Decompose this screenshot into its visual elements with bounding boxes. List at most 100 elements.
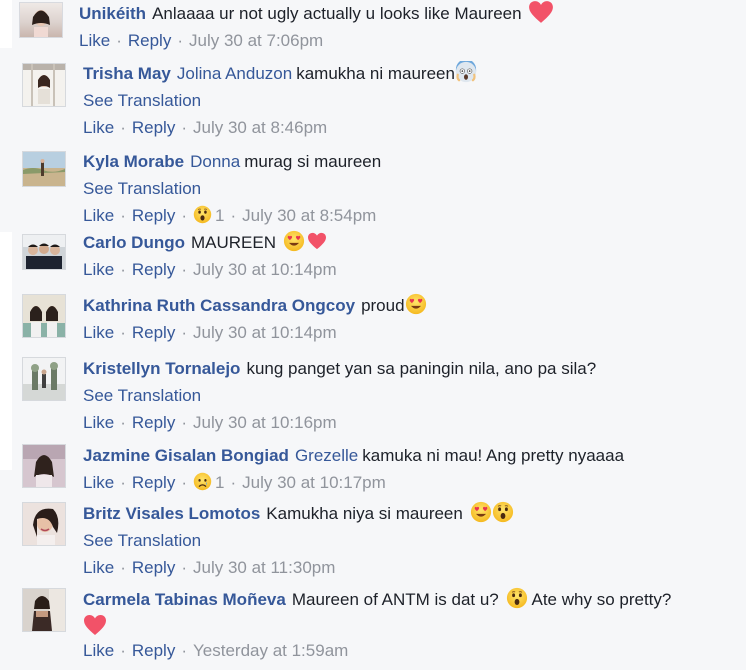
- panel-edge: [0, 232, 12, 470]
- comment-author[interactable]: Kristellyn Tornalejo: [83, 359, 240, 378]
- reply-button[interactable]: Reply: [132, 558, 175, 577]
- separator: ·: [230, 473, 237, 492]
- like-button[interactable]: Like: [83, 558, 114, 577]
- avatar[interactable]: [22, 444, 66, 488]
- comment-timestamp[interactable]: July 30 at 11:30pm: [193, 558, 335, 577]
- comment-actions: Like · Reply · July 30 at 8:46pm: [83, 114, 736, 141]
- see-translation-link[interactable]: See Translation: [83, 175, 736, 202]
- reply-button[interactable]: Reply: [132, 473, 175, 492]
- like-button[interactable]: Like: [83, 323, 114, 342]
- heart-eyes-emoji-icon: [405, 293, 427, 315]
- separator: ·: [181, 641, 187, 660]
- separator: ·: [120, 206, 126, 225]
- reply-button[interactable]: Reply: [128, 31, 171, 50]
- comment-timestamp[interactable]: July 30 at 7:06pm: [189, 31, 323, 50]
- comment-text-continued: Ate why so pretty?: [531, 590, 672, 609]
- see-translation-link[interactable]: See Translation: [83, 382, 736, 409]
- screaming-face-emoji-icon: [455, 61, 477, 83]
- avatar[interactable]: [19, 2, 63, 38]
- comment-actions: Like · Reply · July 30 at 11:30pm: [83, 554, 736, 581]
- reply-button[interactable]: Reply: [132, 641, 175, 660]
- wow-reaction-icon[interactable]: [193, 205, 212, 224]
- comment-line: Kathrina Ruth Cassandra Ongcoy proud: [83, 292, 736, 319]
- like-button[interactable]: Like: [83, 413, 114, 432]
- reaction-count[interactable]: 1: [215, 206, 224, 225]
- comment-text: kamuka ni mau! Ang pretty nyaaaa: [362, 446, 625, 465]
- like-button[interactable]: Like: [83, 473, 114, 492]
- separator: ·: [181, 118, 187, 137]
- heart-emoji-icon: [83, 614, 107, 636]
- separator: ·: [230, 206, 237, 225]
- like-button[interactable]: Like: [83, 641, 114, 660]
- see-translation-link[interactable]: See Translation: [83, 527, 736, 554]
- like-button[interactable]: Like: [83, 260, 114, 279]
- comment-line: Britz Visales Lomotos Kamukha niya si mau…: [83, 500, 736, 527]
- separator: ·: [120, 413, 126, 432]
- comment-timestamp[interactable]: Yesterday at 1:59am: [193, 641, 348, 660]
- comment-line: Kristellyn Tornalejo kung panget yan sa p…: [83, 355, 736, 382]
- avatar[interactable]: [22, 588, 66, 632]
- separator: ·: [120, 323, 126, 342]
- comment-author[interactable]: Jazmine Gisalan Bongiad: [83, 446, 289, 465]
- comment-text: murag si maureen: [244, 152, 382, 171]
- separator: ·: [120, 641, 126, 660]
- panel-edge: [0, 0, 12, 48]
- astonished-face-emoji-icon: [506, 587, 528, 609]
- avatar[interactable]: [22, 502, 66, 546]
- comment-timestamp[interactable]: July 30 at 10:14pm: [193, 323, 337, 342]
- comment-line: Jazmine Gisalan Bongiad Grezelle kamuka ni…: [83, 442, 736, 469]
- comment-timestamp[interactable]: July 30 at 10:16pm: [193, 413, 337, 432]
- separator: ·: [181, 558, 187, 577]
- separator: ·: [181, 473, 187, 492]
- comment-text: Anlaaaa ur not ugly actually u looks lik…: [152, 4, 522, 23]
- avatar[interactable]: [22, 63, 66, 107]
- comment-mention[interactable]: Donna: [190, 152, 240, 171]
- separator: ·: [116, 31, 122, 50]
- heart-eyes-emoji-icon: [283, 230, 305, 252]
- separator: ·: [120, 473, 126, 492]
- comment-text: Kamukha niya si maureen: [266, 504, 463, 523]
- comment-actions: Like · Reply · Yesterday at 1:59am: [83, 637, 736, 664]
- comment-timestamp[interactable]: July 30 at 10:14pm: [193, 260, 337, 279]
- reaction-count[interactable]: 1: [215, 473, 224, 492]
- comment-author[interactable]: Unikéith: [79, 4, 146, 23]
- comment-text: Maureen of ANTM is dat u?: [291, 590, 499, 609]
- comment-timestamp[interactable]: July 30 at 10:17pm: [242, 473, 386, 492]
- comment-actions: Like · Reply · 1 · July 30 at 10:17pm: [83, 469, 736, 496]
- separator: ·: [120, 260, 126, 279]
- reply-button[interactable]: Reply: [132, 206, 175, 225]
- comment-line: Kyla Morabe Donna murag si maureen: [83, 148, 736, 175]
- sad-reaction-icon[interactable]: [193, 472, 212, 491]
- comment-text: proud: [361, 296, 405, 315]
- reply-button[interactable]: Reply: [132, 323, 175, 342]
- heart-eyes-emoji-icon: [470, 501, 492, 523]
- comment-mention[interactable]: Grezelle: [295, 446, 358, 465]
- reply-button[interactable]: Reply: [132, 260, 175, 279]
- avatar[interactable]: [22, 234, 66, 270]
- comment-author[interactable]: Kathrina Ruth Cassandra Ongcoy: [83, 296, 355, 315]
- comment-author[interactable]: Carlo Dungo: [83, 233, 185, 252]
- comment-timestamp[interactable]: July 30 at 8:46pm: [193, 118, 327, 137]
- avatar[interactable]: [22, 151, 66, 187]
- separator: ·: [181, 260, 187, 279]
- like-button[interactable]: Like: [79, 31, 110, 50]
- comment-author[interactable]: Carmela Tabinas Moñeva: [83, 590, 286, 609]
- comment-actions: Like · Reply · July 30 at 7:06pm: [79, 27, 736, 54]
- reply-button[interactable]: Reply: [132, 413, 175, 432]
- comment-author[interactable]: Britz Visales Lomotos: [83, 504, 260, 523]
- astonished-face-emoji-icon: [492, 501, 514, 523]
- like-button[interactable]: Like: [83, 206, 114, 225]
- see-translation-link[interactable]: See Translation: [83, 87, 736, 114]
- comment-author[interactable]: Trisha May: [83, 64, 171, 83]
- comment-author[interactable]: Kyla Morabe: [83, 152, 184, 171]
- comment-timestamp[interactable]: July 30 at 8:54pm: [242, 206, 376, 225]
- comment-actions: Like · Reply · 1 · July 30 at 8:54pm: [83, 202, 736, 229]
- comment-text: kung panget yan sa paningin nila, ano pa…: [246, 359, 597, 378]
- avatar[interactable]: [22, 357, 66, 401]
- separator: ·: [177, 31, 183, 50]
- comment-line: Trisha May Jolina Anduzon kamukha ni maure…: [83, 60, 736, 87]
- comment-mention[interactable]: Jolina Anduzon: [177, 64, 292, 83]
- reply-button[interactable]: Reply: [132, 118, 175, 137]
- avatar[interactable]: [22, 294, 66, 338]
- like-button[interactable]: Like: [83, 118, 114, 137]
